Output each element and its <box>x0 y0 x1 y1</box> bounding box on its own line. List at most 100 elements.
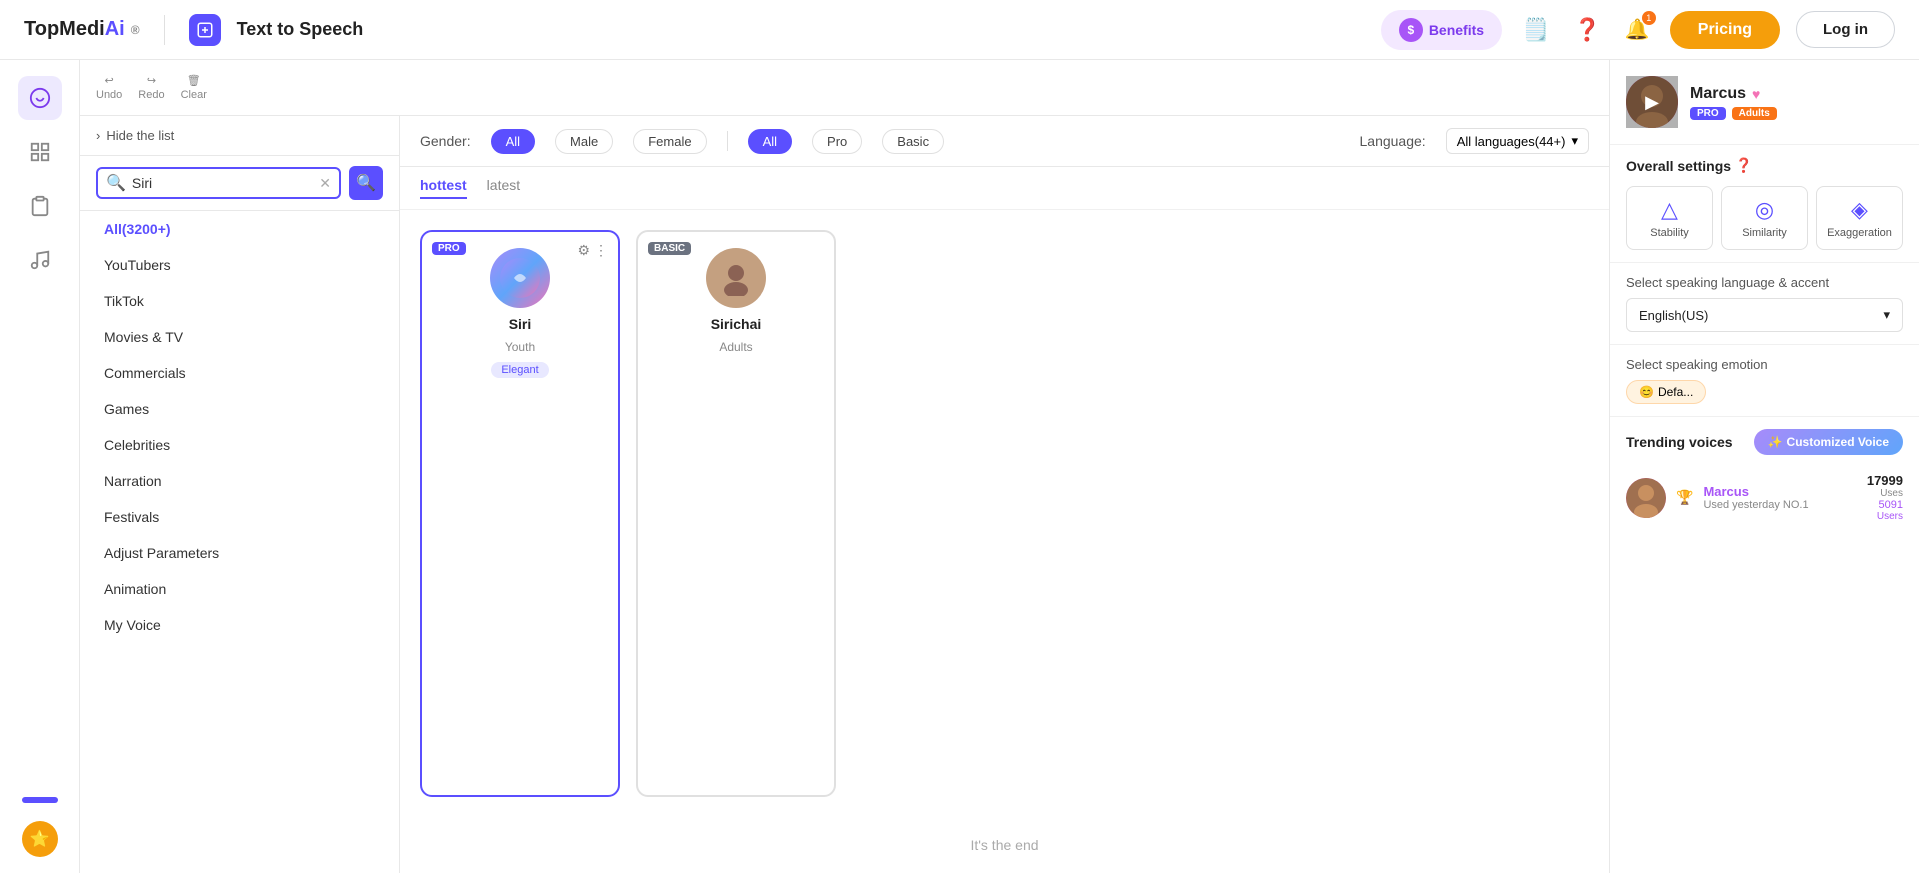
category-item-movies[interactable]: Movies & TV <box>80 319 399 355</box>
tier-basic-button[interactable]: Basic <box>882 129 944 154</box>
voice-card-siri[interactable]: PRO ⚙ ⋮ <box>420 230 620 797</box>
category-item-all[interactable]: All(3200+) <box>80 211 399 247</box>
category-item-narration[interactable]: Narration <box>80 463 399 499</box>
brand-reg: ® <box>131 23 140 37</box>
custom-voice-label: Customized Voice <box>1787 435 1889 449</box>
category-item-animation[interactable]: Animation <box>80 571 399 607</box>
category-item-celebrities[interactable]: Celebrities <box>80 427 399 463</box>
users-label: Users <box>1867 511 1903 522</box>
voice-results-panel: Gender: All Male Female All Pro Basic La… <box>400 116 1609 873</box>
emotion-badge[interactable]: 😊 Defa... <box>1626 380 1706 404</box>
sirichai-tag: Adults <box>719 340 752 354</box>
brand-name: TopMediAi <box>24 18 125 41</box>
category-item-myvoice[interactable]: My Voice <box>80 607 399 643</box>
dollar-icon: $ <box>1399 18 1423 42</box>
redo-icon: ↪ <box>147 74 156 87</box>
gold-trophy-icon: 🏆 <box>1676 489 1693 506</box>
similarity-card[interactable]: ◎ Similarity <box>1721 186 1808 250</box>
sidebar-item-clone[interactable] <box>18 184 62 228</box>
search-button[interactable]: 🔍 <box>349 166 383 200</box>
gender-male-button[interactable]: Male <box>555 129 613 154</box>
chevron-down-icon: ▾ <box>1883 307 1890 323</box>
help-button[interactable]: ❓ <box>1569 13 1604 47</box>
pricing-button[interactable]: Pricing <box>1670 11 1780 49</box>
gender-all-button[interactable]: All <box>491 129 535 154</box>
category-item-youtubers[interactable]: YouTubers <box>80 247 399 283</box>
sidebar-item-chart[interactable] <box>18 130 62 174</box>
stability-icon: △ <box>1661 197 1678 223</box>
heart-icon[interactable]: ♥ <box>1752 86 1760 102</box>
redo-button[interactable]: ↪ Redo <box>138 74 164 101</box>
search-submit-icon: 🔍 <box>356 173 376 193</box>
voice-category-list: All(3200+) YouTubers TikTok Movies & TV … <box>80 211 399 873</box>
voice-tabs: hottest latest <box>400 167 1609 210</box>
voice-card-sirichai[interactable]: BASIC Sirichai Adults <box>636 230 836 797</box>
search-input[interactable] <box>132 175 313 191</box>
stability-label: Stability <box>1650 227 1689 239</box>
tab-hottest[interactable]: hottest <box>420 177 467 199</box>
notifications-button[interactable]: 🔔 1 <box>1621 13 1654 46</box>
emotion-value: Defa... <box>1658 385 1693 399</box>
siri-style-badge: Elegant <box>491 362 548 378</box>
siri-avatar <box>490 248 550 308</box>
sirichai-avatar <box>706 248 766 308</box>
trending-uses-count: 17999 <box>1867 473 1903 488</box>
voice-categories-panel: › Hide the list 🔍 ✕ 🔍 All(3200+) YouTu <box>80 116 400 873</box>
tier-all-button[interactable]: All <box>748 129 792 154</box>
tab-latest[interactable]: latest <box>487 177 520 199</box>
marcus-badges: PRO Adults <box>1690 107 1903 120</box>
clear-label: Clear <box>181 89 207 101</box>
exaggeration-label: Exaggeration <box>1827 227 1892 239</box>
lang-dropdown-value: English(US) <box>1639 308 1708 323</box>
benefits-button[interactable]: $ Benefits <box>1381 10 1502 50</box>
customized-voice-button[interactable]: ✨ Customized Voice <box>1754 429 1903 455</box>
gender-label: Gender: <box>420 133 471 149</box>
marcus-name-label: Marcus ♥ <box>1690 85 1903 103</box>
sirichai-basic-badge: BASIC <box>648 242 691 255</box>
trending-marcus-avatar <box>1626 478 1666 518</box>
exaggeration-card[interactable]: ◈ Exaggeration <box>1816 186 1903 250</box>
lang-label: Language: <box>1360 133 1426 149</box>
hide-list-label: Hide the list <box>106 128 174 143</box>
clear-button[interactable]: 🗑 Clear <box>181 74 207 101</box>
sidebar-item-tts[interactable] <box>18 76 62 120</box>
gender-female-button[interactable]: Female <box>633 129 706 154</box>
stability-card[interactable]: △ Stability <box>1626 186 1713 250</box>
category-item-games[interactable]: Games <box>80 391 399 427</box>
similarity-icon: ◎ <box>1755 197 1774 223</box>
exaggeration-icon: ◈ <box>1851 197 1868 223</box>
search-input-wrap: 🔍 ✕ <box>96 167 341 199</box>
help-circle-icon[interactable]: ❓ <box>1735 157 1752 174</box>
trending-marcus-info: Marcus Used yesterday NO.1 <box>1703 484 1856 511</box>
category-item-adjust[interactable]: Adjust Parameters <box>80 535 399 571</box>
similarity-label: Similarity <box>1742 227 1787 239</box>
settings-icons: △ Stability ◎ Similarity ◈ Exaggeration <box>1626 186 1903 250</box>
sidebar-item-music[interactable] <box>18 238 62 282</box>
category-item-festivals[interactable]: Festivals <box>80 499 399 535</box>
trending-header: Trending voices ✨ Customized Voice <box>1626 429 1903 455</box>
play-overlay[interactable]: ▶ <box>1626 76 1678 128</box>
language-selector[interactable]: All languages(44+) ▾ <box>1446 128 1589 154</box>
trending-users-count: 5091 <box>1867 499 1903 511</box>
sidebar-badge-gold[interactable]: ⭐ <box>22 821 58 857</box>
notification-badge: 1 <box>1642 11 1656 25</box>
trending-item-marcus[interactable]: 🏆 Marcus Used yesterday NO.1 17999 Uses … <box>1626 465 1903 530</box>
siri-settings-icon[interactable]: ⚙ <box>577 242 590 259</box>
voice-search-bar: 🔍 ✕ 🔍 <box>80 156 399 211</box>
trending-marcus-sub: Used yesterday NO.1 <box>1703 499 1856 511</box>
lang-dropdown[interactable]: English(US) ▾ <box>1626 298 1903 332</box>
undo-icon: ↩ <box>105 74 114 87</box>
marcus-info: Marcus ♥ PRO Adults <box>1690 85 1903 120</box>
content-area: ↩ Undo ↪ Redo 🗑 Clear Please enter your … <box>80 60 1609 873</box>
search-clear-icon[interactable]: ✕ <box>319 175 331 192</box>
notes-button[interactable]: 🗒️ <box>1518 13 1553 47</box>
tier-pro-button[interactable]: Pro <box>812 129 862 154</box>
siri-more-icon[interactable]: ⋮ <box>594 242 608 259</box>
category-item-commercials[interactable]: Commercials <box>80 355 399 391</box>
hide-list-button[interactable]: › Hide the list <box>80 116 399 156</box>
undo-button[interactable]: ↩ Undo <box>96 74 122 101</box>
category-item-tiktok[interactable]: TikTok <box>80 283 399 319</box>
login-button[interactable]: Log in <box>1796 11 1895 48</box>
lang-section-title: Select speaking language & accent <box>1626 275 1903 290</box>
main-layout: ⭐ ↩ Undo ↪ Redo 🗑 Clear Please enter you… <box>0 60 1919 873</box>
